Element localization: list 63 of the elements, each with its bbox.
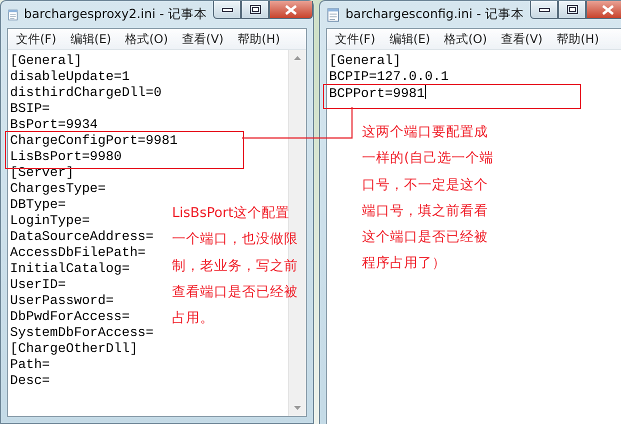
notepad-icon [8, 6, 18, 22]
maximize-icon [566, 5, 578, 14]
text-line: BCPIP=127.0.0.1 [329, 69, 449, 85]
close-icon [285, 4, 297, 14]
text-line: [Server] [10, 165, 74, 181]
text-line: [ChargeOtherDll] [10, 341, 138, 357]
minimize-icon [222, 8, 232, 12]
text-line: UserID= [10, 277, 66, 293]
text-line: AccessDbFilePath= [10, 245, 146, 261]
menu-item[interactable]: 帮助(H) [556, 30, 599, 48]
text-line: BCPPort=9981 [329, 85, 426, 101]
text-line: disthirdChargeDll=0 [10, 85, 162, 101]
menu-item[interactable]: 格式(O) [444, 30, 488, 48]
minimize-button[interactable] [213, 1, 241, 19]
menu-item[interactable]: 查看(V) [182, 30, 224, 48]
annotation-text: LisBsPort这个配置 [172, 204, 290, 223]
text-line: Path= [10, 357, 50, 373]
text-line: DBType= [10, 197, 66, 213]
minimize-button[interactable] [530, 1, 558, 19]
menu-item[interactable]: 格式(O) [125, 30, 168, 48]
window-title: barchargesproxy2.ini - 记事本 [24, 6, 207, 23]
text-line: Desc= [10, 373, 50, 389]
maximize-icon [250, 5, 260, 14]
annotation-text: 口号，不一定是这个 [362, 176, 489, 195]
text-line: LisBsPort=9980 [10, 149, 122, 165]
maximize-button[interactable] [241, 1, 269, 19]
annotation-text: 占用。 [172, 309, 215, 328]
text-line: BSIP= [10, 101, 50, 117]
annotation-text: 程序占用了） [362, 254, 447, 274]
text-line: DataSourceAddress= [10, 229, 154, 245]
annotation-text: 一个端口，也没做限 [172, 230, 298, 250]
minimize-icon [538, 8, 550, 12]
window-title: barchargesconfig.ini - 记事本 [345, 6, 524, 23]
menu-item[interactable]: 编辑(E) [70, 30, 112, 48]
annotation-text: 这两个端口要配置成 [362, 123, 489, 142]
menu-item[interactable]: 文件(F) [16, 30, 56, 48]
text-line: DbPwdForAccess= [10, 309, 130, 325]
close-button[interactable] [586, 1, 621, 19]
annotation-text: 这个端口是否已经被 [362, 228, 489, 248]
scroll-up-icon [294, 56, 301, 60]
notepad-icon [327, 6, 340, 22]
close-icon [602, 4, 614, 14]
menu-item[interactable]: 查看(V) [501, 30, 543, 48]
text-line: ChargeConfigPort=9981 [10, 133, 178, 149]
text-line: LoginType= [10, 213, 90, 229]
menu-item[interactable]: 编辑(E) [389, 30, 430, 48]
text-line: disableUpdate=1 [10, 69, 130, 85]
scroll-down-icon [294, 406, 301, 410]
text-line: InitialCatalog= [10, 261, 130, 277]
annotation-text: 制，老业务，写之前 [172, 256, 298, 276]
text-line: [General] [329, 53, 401, 69]
menu-item[interactable]: 帮助(H) [238, 30, 280, 48]
text-line: SystemDbForAccess= [10, 325, 154, 341]
close-button[interactable] [269, 1, 313, 19]
menu-item[interactable]: 文件(F) [335, 30, 376, 48]
annotation-text: 端口号，填之前看看 [362, 202, 489, 221]
text-line: [General] [10, 53, 82, 69]
text-line: BsPort=9934 [10, 117, 98, 133]
annotation-text: 一样的(自己选一个端 [362, 149, 494, 168]
annotation-text: 查看端口是否已经被 [172, 282, 298, 302]
text-line: UserPassword= [10, 293, 114, 309]
maximize-button[interactable] [558, 1, 586, 19]
text-line: ChargesType= [10, 181, 106, 197]
